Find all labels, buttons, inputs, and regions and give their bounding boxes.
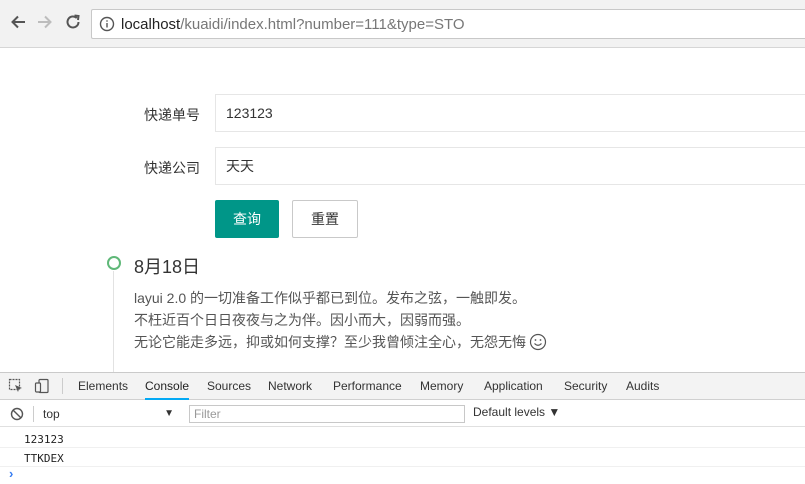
- url-path: /kuaidi/index.html?number=111&type=STO: [180, 15, 465, 33]
- log-levels-dropdown[interactable]: Default levels ▼: [473, 405, 560, 419]
- device-toolbar-icon[interactable]: [33, 377, 51, 395]
- devtools-tabbar: Elements Console Sources Network Perform…: [0, 373, 805, 400]
- timeline-dot-icon: [107, 256, 121, 270]
- smiley-icon: [529, 333, 547, 354]
- tab-sources[interactable]: Sources: [207, 373, 251, 400]
- console-row-divider: [0, 447, 805, 448]
- filter-input[interactable]: Filter: [189, 405, 465, 423]
- tab-memory[interactable]: Memory: [420, 373, 463, 400]
- tracking-number-label: 快递单号: [144, 107, 200, 123]
- console-message: TTKDEX: [24, 452, 64, 465]
- query-button[interactable]: 查询: [215, 200, 279, 238]
- info-icon[interactable]: [99, 16, 115, 32]
- devtools-panel: Elements Console Sources Network Perform…: [0, 372, 805, 484]
- context-select[interactable]: top ▼: [38, 404, 178, 424]
- timeline-line: layui 2.0 的一切准备工作似乎都已到位。发布之弦，一触即发。: [134, 290, 527, 306]
- dropdown-arrow-icon: ▼: [164, 408, 174, 419]
- timeline-line: 不枉近百个日日夜夜与之为伴。因小而大，因弱而强。: [134, 312, 470, 328]
- back-arrow-icon[interactable]: [6, 10, 30, 34]
- forward-arrow-icon[interactable]: [33, 10, 57, 34]
- timeline-axis: [113, 271, 114, 372]
- courier-company-select[interactable]: 天天: [215, 147, 805, 185]
- timeline-date: 8月18日: [134, 257, 201, 277]
- address-bar[interactable]: localhost/kuaidi/index.html?number=111&t…: [91, 9, 805, 39]
- clear-console-icon[interactable]: [8, 405, 26, 423]
- tab-audits[interactable]: Audits: [626, 373, 659, 400]
- timeline-line-text: 无论它能走多远，抑或如何支撑？至少我曾倾注全心，无怨无悔: [134, 334, 526, 350]
- page-content: 快递单号 123123 快递公司 天天 查询 重置 8月18日 layui 2.…: [0, 49, 805, 372]
- url-host: localhost: [121, 15, 181, 33]
- reload-icon[interactable]: [61, 10, 85, 34]
- toolbar-divider: [62, 378, 63, 394]
- browser-toolbar: localhost/kuaidi/index.html?number=111&t…: [0, 0, 805, 48]
- tab-network[interactable]: Network: [268, 373, 312, 400]
- courier-company-label: 快递公司: [144, 160, 200, 176]
- tab-console[interactable]: Console: [145, 373, 190, 400]
- console-prompt-icon[interactable]: ›: [9, 466, 13, 481]
- console-message: 123123: [24, 433, 64, 446]
- tab-performance[interactable]: Performance: [333, 373, 402, 400]
- tab-elements[interactable]: Elements: [78, 373, 128, 400]
- filter-divider: [33, 406, 34, 422]
- console-row-divider: [0, 466, 805, 467]
- console-filter-bar: top ▼ Filter Default levels ▼: [0, 401, 805, 427]
- context-select-value: top: [43, 407, 60, 421]
- timeline-line-last: 无论它能走多远，抑或如何支撑？至少我曾倾注全心，无怨无悔: [134, 332, 547, 354]
- tracking-number-input[interactable]: 123123: [215, 94, 805, 132]
- tab-security[interactable]: Security: [564, 373, 607, 400]
- tab-application[interactable]: Application: [484, 373, 543, 400]
- reset-button[interactable]: 重置: [292, 200, 358, 238]
- inspect-element-icon[interactable]: [7, 377, 25, 395]
- url-text: localhost/kuaidi/index.html?number=111&t…: [121, 16, 465, 33]
